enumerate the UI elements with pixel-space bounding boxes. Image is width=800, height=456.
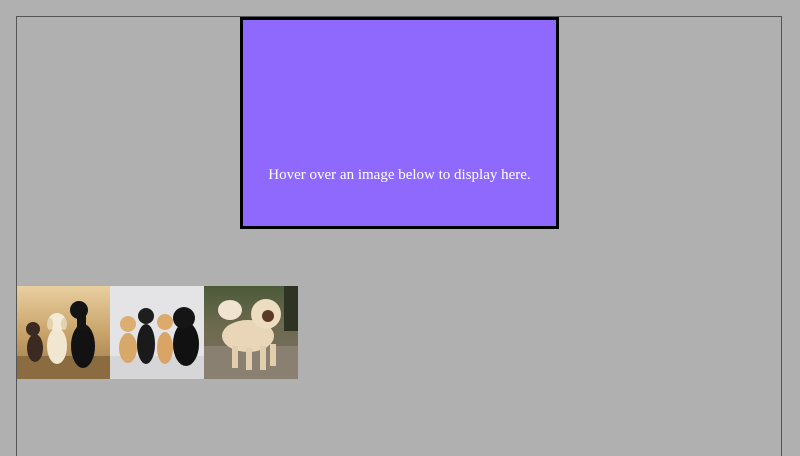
- display-message: Hover over an image below to display her…: [268, 167, 531, 183]
- dog-photo-sharpei-chow-puppies: [110, 286, 204, 379]
- dog-photo-chow-chow: [204, 286, 298, 379]
- image-display-area: Hover over an image below to display her…: [240, 17, 559, 229]
- thumbnail-image-1[interactable]: [17, 286, 111, 379]
- thumbnail-image-3[interactable]: [204, 286, 298, 379]
- thumbnail-image-2[interactable]: [110, 286, 204, 379]
- dog-photo-retriever-puppies: [17, 286, 111, 379]
